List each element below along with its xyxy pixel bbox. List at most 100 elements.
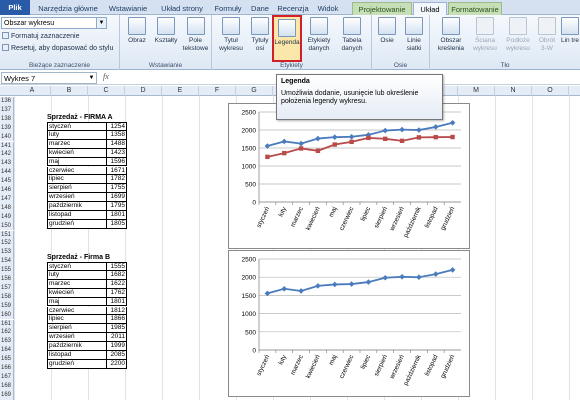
tab-view[interactable]: Widok: [314, 2, 342, 15]
row-header[interactable]: 141: [0, 141, 14, 151]
plot-area-button[interactable]: Obszar kreślenia: [434, 17, 468, 60]
column-header[interactable]: E: [162, 86, 199, 96]
value-cell[interactable]: 2085: [106, 351, 127, 360]
tab-chart-format[interactable]: Formatowanie: [448, 2, 502, 15]
chart-element-dropdown[interactable]: Obszar wykresu ▼: [1, 17, 107, 29]
chart-wall-button[interactable]: Ściana wykresu: [470, 17, 500, 60]
legend-button[interactable]: Legenda: [272, 15, 302, 62]
value-cell[interactable]: 1254: [106, 122, 127, 131]
data-labels-button[interactable]: Etykiety danych: [304, 17, 334, 60]
column-header[interactable]: M: [458, 86, 495, 96]
row-header[interactable]: 167: [0, 372, 14, 382]
row-header[interactable]: 168: [0, 381, 14, 391]
row-header[interactable]: 146: [0, 186, 14, 195]
value-cell[interactable]: 1671: [106, 166, 127, 176]
chart-title-button[interactable]: Tytuł wykresu: [217, 17, 245, 60]
row-header[interactable]: 138: [0, 114, 14, 124]
row-header[interactable]: 147: [0, 194, 14, 204]
month-cell[interactable]: wrzesień: [47, 333, 107, 343]
gridlines-button[interactable]: Linie siatki: [401, 17, 427, 60]
row-header[interactable]: 149: [0, 212, 14, 222]
row-header[interactable]: 156: [0, 275, 14, 284]
row-header[interactable]: 148: [0, 203, 14, 213]
value-cell[interactable]: 1866: [106, 315, 127, 325]
row-header[interactable]: 137: [0, 105, 14, 115]
row-header[interactable]: 169: [0, 390, 14, 400]
trendline-button[interactable]: Lin tre: [560, 17, 580, 60]
row-header[interactable]: 150: [0, 221, 14, 231]
name-box[interactable]: Wykres 7 ▼: [1, 72, 97, 84]
row-header[interactable]: 166: [0, 364, 14, 373]
column-header[interactable]: A: [14, 86, 51, 96]
month-cell[interactable]: luty: [47, 270, 107, 280]
column-header[interactable]: O: [532, 86, 569, 96]
row-header[interactable]: 157: [0, 283, 14, 293]
month-cell[interactable]: kwiecień: [47, 148, 107, 158]
month-cell[interactable]: luty: [47, 130, 107, 140]
value-cell[interactable]: 1999: [106, 342, 127, 351]
tab-file[interactable]: Plik: [0, 0, 30, 15]
month-cell[interactable]: maj: [47, 297, 107, 307]
month-cell[interactable]: czerwiec: [47, 306, 107, 316]
column-header[interactable]: N: [495, 86, 532, 96]
row-header[interactable]: 152: [0, 239, 14, 249]
column-header[interactable]: C: [88, 86, 125, 96]
value-cell[interactable]: 1795: [106, 202, 127, 211]
value-cell[interactable]: 1358: [106, 130, 127, 140]
month-cell[interactable]: listopad: [47, 211, 107, 220]
tab-data[interactable]: Dane: [248, 2, 272, 15]
row-header[interactable]: 154: [0, 257, 14, 267]
value-cell[interactable]: 1488: [106, 139, 127, 149]
month-cell[interactable]: grudzień: [47, 359, 107, 369]
fx-icon[interactable]: fx: [103, 72, 109, 81]
value-cell[interactable]: 1801: [106, 211, 127, 220]
value-cell[interactable]: 1555: [106, 262, 127, 271]
value-cell[interactable]: 1801: [106, 297, 127, 307]
column-header[interactable]: F: [199, 86, 236, 96]
month-cell[interactable]: marzec: [47, 279, 107, 289]
value-cell[interactable]: 1762: [106, 288, 127, 298]
column-header[interactable]: G: [236, 86, 273, 96]
tab-page-layout[interactable]: Układ strony: [156, 2, 208, 15]
month-cell[interactable]: maj: [47, 157, 107, 167]
value-cell[interactable]: 1682: [106, 270, 127, 280]
tab-chart-layout[interactable]: Układ: [413, 2, 447, 15]
value-cell[interactable]: 1782: [106, 175, 127, 185]
column-header[interactable]: B: [51, 86, 88, 96]
3d-rotation-button[interactable]: Obrót 3-W: [536, 17, 558, 60]
insert-picture-button[interactable]: Obraz: [124, 17, 150, 60]
row-header[interactable]: 161: [0, 319, 14, 329]
row-header[interactable]: 153: [0, 248, 14, 258]
reset-style-button[interactable]: Resetuj, aby dopasować do stylu: [2, 44, 113, 54]
format-selection-button[interactable]: Formatuj zaznaczenie: [2, 32, 79, 42]
tab-formulas[interactable]: Formuły: [212, 2, 244, 15]
row-header[interactable]: 162: [0, 328, 14, 338]
chart-firma-b[interactable]: 0 500 1000 1500 2000 2500 styczeń luty marzec kwi…: [228, 250, 470, 397]
row-header[interactable]: 165: [0, 355, 14, 364]
tab-insert[interactable]: Wstawianie: [104, 2, 152, 15]
tab-review[interactable]: Recenzja: [275, 2, 311, 15]
month-cell[interactable]: październik: [47, 202, 107, 211]
row-header[interactable]: 151: [0, 230, 14, 240]
row-header[interactable]: 142: [0, 150, 14, 160]
value-cell[interactable]: 2011: [106, 333, 127, 343]
value-cell[interactable]: 1755: [106, 184, 127, 194]
value-cell[interactable]: 1699: [106, 193, 127, 203]
month-cell[interactable]: lipiec: [47, 175, 107, 185]
month-cell[interactable]: lipiec: [47, 315, 107, 325]
row-header[interactable]: 155: [0, 266, 14, 275]
row-header[interactable]: 145: [0, 177, 14, 186]
value-cell[interactable]: 2200: [106, 359, 127, 369]
tab-chart-design[interactable]: Projektowanie: [352, 2, 412, 15]
value-cell[interactable]: 1622: [106, 279, 127, 289]
column-header[interactable]: D: [125, 86, 162, 96]
tab-home[interactable]: Narzędzia główne: [36, 2, 100, 15]
row-header[interactable]: 140: [0, 132, 14, 142]
value-cell[interactable]: 1985: [106, 324, 127, 334]
month-cell[interactable]: wrzesień: [47, 193, 107, 203]
value-cell[interactable]: 1596: [106, 157, 127, 167]
row-header[interactable]: 136: [0, 97, 14, 106]
value-cell[interactable]: 1812: [106, 306, 127, 316]
row-header[interactable]: 158: [0, 292, 14, 302]
month-cell[interactable]: marzec: [47, 139, 107, 149]
